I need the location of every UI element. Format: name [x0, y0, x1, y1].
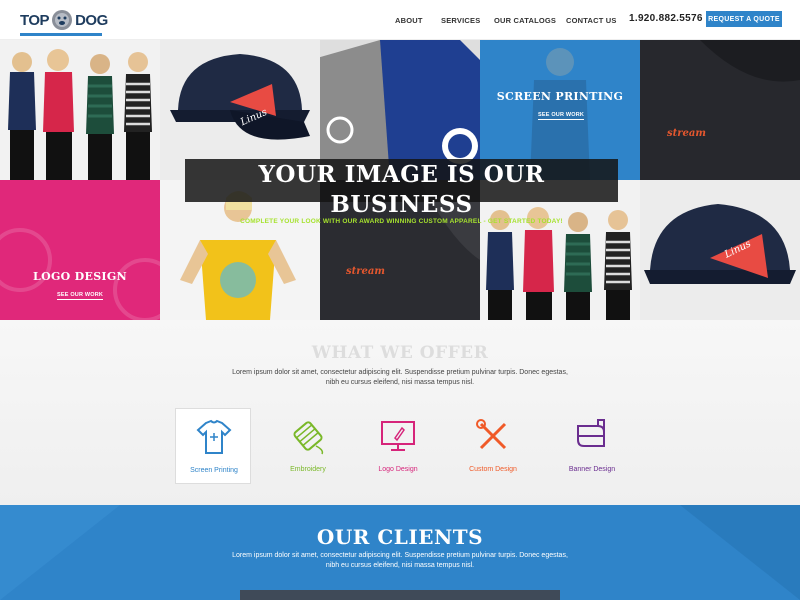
logo-word-dog: DOG: [75, 11, 108, 29]
nav-our-catalogs[interactable]: OUR CATALOGS: [494, 16, 556, 25]
screen-printing-see-work-link[interactable]: SEE OUR WORK: [538, 112, 585, 120]
service-logo-design[interactable]: Logo Design: [360, 408, 436, 484]
tile-stream-shirt-top[interactable]: stream: [640, 40, 800, 180]
service-banner-design[interactable]: Banner Design: [554, 408, 630, 484]
service-label-custom-design: Custom Design: [469, 466, 517, 473]
clients-text-line-1: Lorem ipsum dolor sit amet, consectetur …: [232, 552, 568, 559]
banner-icon: [577, 419, 605, 447]
offer-title: WHAT WE OFFER: [311, 343, 489, 363]
clients-text-line-2: nibh eu cursus eleifend, nisi massa temp…: [325, 562, 475, 569]
nav-about[interactable]: ABOUT: [395, 16, 423, 25]
service-label-screen-printing: Screen Printing: [190, 467, 238, 474]
service-embroidery[interactable]: Embroidery: [270, 408, 346, 484]
nav-contact-us[interactable]: CONTACT US: [566, 16, 617, 25]
phone-number[interactable]: 1.920.882.5576: [629, 13, 703, 24]
tile-navy-cap-2[interactable]: Linus: [640, 180, 800, 320]
nav-services[interactable]: SERVICES: [441, 16, 480, 25]
tshirt-icon: [196, 419, 232, 454]
hero-banner: YOUR IMAGE IS OUR BUSINESS COMPLETE YOUR…: [185, 159, 618, 225]
logo-word-top: TOP: [20, 11, 50, 29]
stream-logo-bottom: stream: [346, 266, 385, 277]
monitor-pen-icon: [381, 421, 415, 451]
screen-printing-label: SCREEN PRINTING: [496, 90, 624, 103]
wrench-pencil-icon: [476, 419, 507, 450]
site-header: TOP DOG ABOUT SERVICES OUR CATALOGS CONT…: [0, 0, 800, 40]
logo-design-see-work-link[interactable]: SEE OUR WORK: [57, 292, 104, 300]
hero-title: YOUR IMAGE IS OUR BUSINESS: [258, 161, 545, 218]
offer-text-line-1: Lorem ipsum dolor sit amet, consectetur …: [232, 369, 568, 376]
logo-underline: [20, 33, 102, 36]
request-quote-button[interactable]: REQUEST A QUOTE: [706, 11, 782, 27]
tile-models-group[interactable]: [0, 40, 160, 180]
service-screen-printing[interactable]: Screen Printing: [175, 408, 251, 484]
hero-subtitle: COMPLETE YOUR LOOK WITH OUR AWARD WINNIN…: [240, 218, 563, 225]
stream-logo-top: stream: [667, 128, 706, 139]
service-custom-design[interactable]: Custom Design: [455, 408, 531, 484]
dog-mascot-icon: [51, 8, 73, 32]
hero-grid: Linus SCREEN PRINTING SEE OUR WORK strea…: [0, 40, 800, 320]
service-label-embroidery: Embroidery: [290, 466, 326, 473]
thread-spool-icon: [293, 421, 324, 455]
service-label-banner-design: Banner Design: [568, 466, 616, 473]
service-label-logo-design: Logo Design: [378, 466, 418, 473]
clients-title: OUR CLIENTS: [316, 525, 484, 549]
logo-design-label: LOGO DESIGN: [33, 270, 127, 283]
top-dog-logo[interactable]: TOP DOG: [20, 8, 108, 36]
offer-text-line-2: nibh eu cursus eleifend, nisi massa temp…: [325, 379, 475, 386]
